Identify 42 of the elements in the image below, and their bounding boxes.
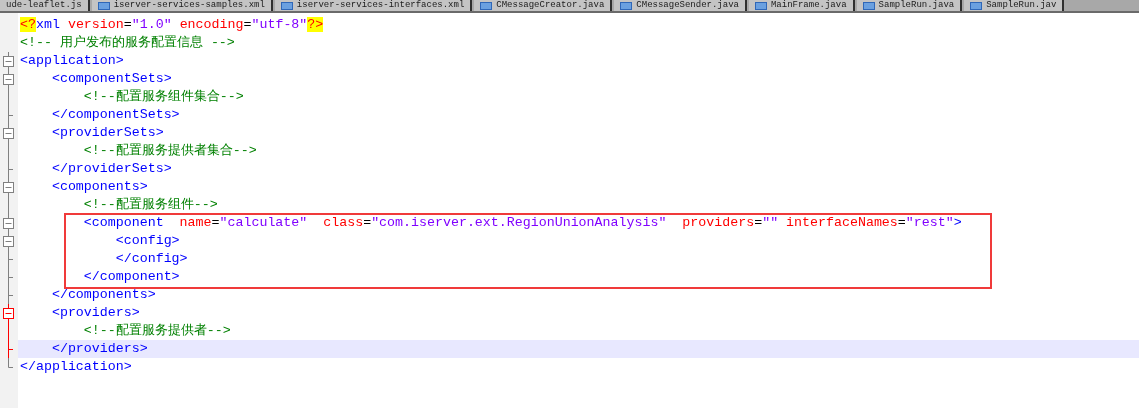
fold-box-icon[interactable] [3,70,14,88]
code-line: <components> [50,178,148,196]
fold-box-icon[interactable] [3,178,14,196]
fold-box-icon[interactable] [3,304,14,322]
file-icon [620,1,633,10]
file-tab[interactable]: SampleRun.jav [964,0,1065,11]
fold-box-icon[interactable] [3,214,14,232]
code-line: <?xml version="1.0" encoding="utf-8"?> [20,16,324,34]
file-tab[interactable]: ude-leaflet.js [0,0,90,11]
file-icon [97,1,110,10]
code-line: <providers> [50,304,140,322]
code-line: </componentSets> [50,106,180,124]
code-line: <component name="calculate" class="com.iserver.ext.RegionUnionAnalysis" providers="" interfaceNames="rest"> [82,214,962,232]
code-line: </application> [20,358,132,376]
fold-box-icon[interactable] [3,124,14,142]
code-line: </providerSets> [50,160,172,178]
fold-box-icon[interactable] [3,232,14,250]
code-line: </providers> [50,340,148,358]
code-line: <application> [20,52,124,70]
file-tab[interactable]: iserver-services-samples.xml [91,0,273,11]
code-line: <!--配置服务组件集合--> [82,88,244,106]
code-line: <!--配置服务提供者集合--> [82,142,257,160]
file-tab[interactable]: iserver-services-interfaces.xml [274,0,473,11]
file-tab[interactable]: CMessageCreator.java [474,0,613,11]
fold-box-icon[interactable] [3,52,14,70]
file-icon [754,1,767,10]
code-line: <componentSets> [50,70,172,88]
code-line: </component> [82,268,180,286]
code-line: <!--配置服务提供者--> [82,322,231,340]
file-icon [280,1,293,10]
code-line: <config> [114,232,180,250]
code-line: <!--配置服务组件--> [82,196,218,214]
file-icon [970,1,983,10]
file-tab[interactable]: CMessageSender.java [614,0,747,11]
code-line: <!-- 用户发布的服务配置信息 --> [20,34,235,52]
file-icon [480,1,493,10]
code-line: </components> [50,286,156,304]
file-icon [862,1,875,10]
code-line: <providerSets> [50,124,164,142]
file-tab[interactable]: SampleRun.java [856,0,963,11]
code-line: </config> [114,250,188,268]
file-tab[interactable]: MainFrame.java [748,0,855,11]
